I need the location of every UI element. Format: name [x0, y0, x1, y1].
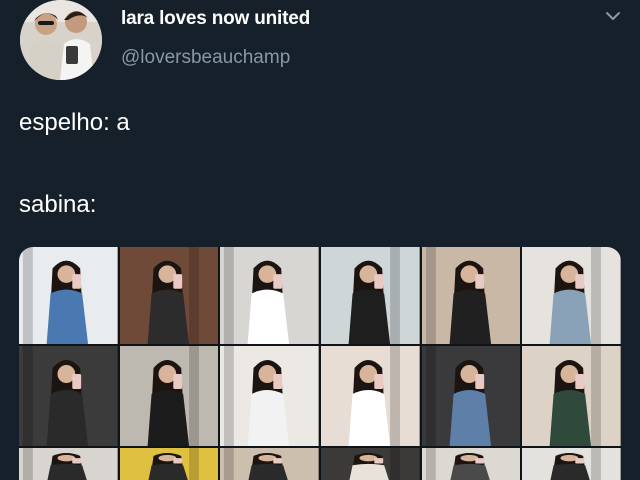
- collage-photo[interactable]: [19, 448, 118, 480]
- author-handle[interactable]: @loversbeauchamp: [121, 47, 290, 69]
- collage-photo[interactable]: [421, 346, 521, 446]
- tweet-text-line-2: sabina:: [19, 191, 97, 218]
- collage-photo[interactable]: [522, 346, 621, 446]
- collage-photo[interactable]: [320, 346, 420, 446]
- collage-photo[interactable]: [119, 448, 219, 480]
- collage-photo[interactable]: [522, 448, 621, 480]
- collage-photo[interactable]: [421, 448, 521, 480]
- collage-photo[interactable]: [421, 247, 521, 344]
- photo-grid: [19, 247, 621, 480]
- collage-photo[interactable]: [220, 346, 319, 446]
- collage-photo[interactable]: [19, 247, 118, 344]
- chevron-down-icon[interactable]: [602, 8, 624, 26]
- collage-photo[interactable]: [19, 346, 118, 446]
- avatar-photo: [20, 0, 102, 80]
- tweet-media[interactable]: [19, 247, 621, 480]
- collage-photo[interactable]: [119, 247, 219, 344]
- tweet-text-line-1: espelho: a: [19, 109, 130, 136]
- collage-photo[interactable]: [320, 247, 420, 344]
- author-display-name[interactable]: lara loves now united: [121, 8, 310, 30]
- avatar[interactable]: [20, 0, 102, 80]
- collage-photo[interactable]: [220, 247, 319, 344]
- collage-photo[interactable]: [522, 247, 621, 344]
- collage-photo[interactable]: [119, 346, 219, 446]
- collage-photo[interactable]: [320, 448, 420, 480]
- collage-photo[interactable]: [220, 448, 319, 480]
